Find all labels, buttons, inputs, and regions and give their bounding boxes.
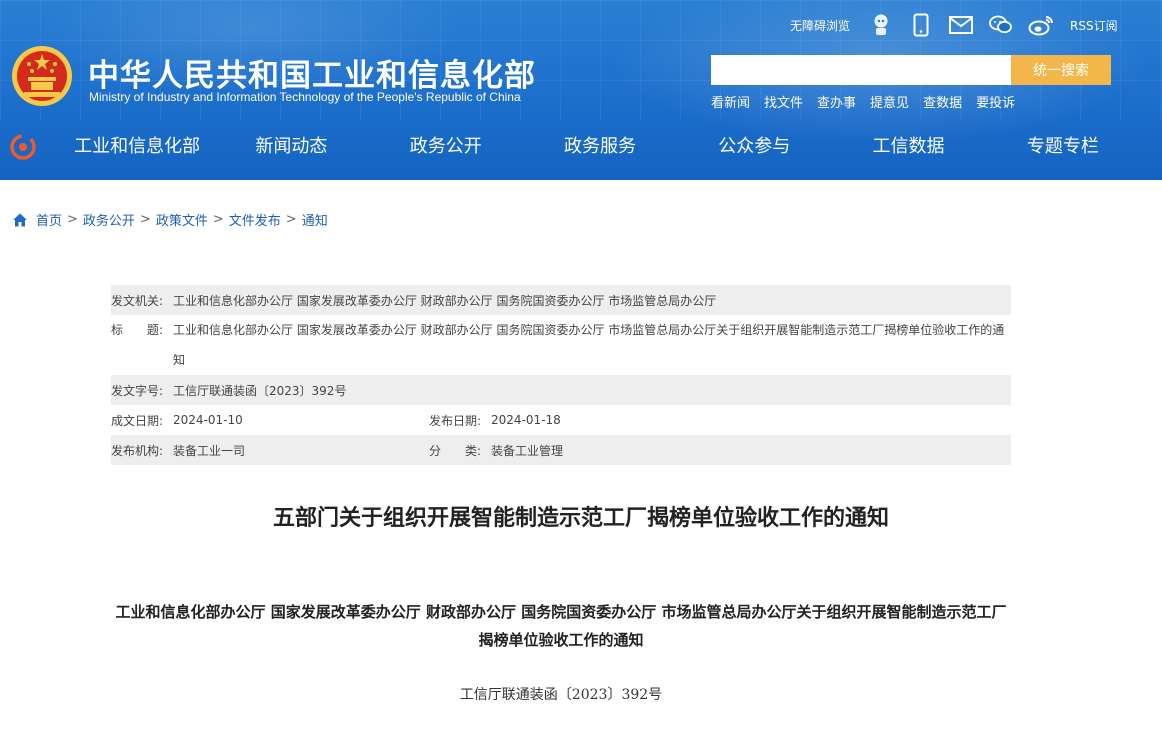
created-date-label: 成文日期: xyxy=(111,413,164,428)
site-title[interactable]: 中华人民共和国工业和信息化部 xyxy=(88,50,536,95)
info-row-agency: 发布机构: 装备工业一司 分 类: 装备工业管理 xyxy=(111,435,1011,465)
issuer-label: 发文机关: xyxy=(111,293,164,308)
search-bar: 统一搜索 xyxy=(711,55,1111,85)
title-label: 标 题: xyxy=(111,323,164,337)
quick-link-complaints[interactable]: 要投诉 xyxy=(976,92,1015,111)
published-date-label: 发布日期: xyxy=(429,413,482,428)
agency-label: 发布机构: xyxy=(111,443,164,458)
nav-item-data[interactable]: 工信数据 xyxy=(831,122,985,172)
search-input[interactable] xyxy=(711,55,1011,85)
nav-item-special-topics[interactable]: 专题专栏 xyxy=(986,122,1140,172)
article-title: 五部门关于组织开展智能制造示范工厂揭榜单位验收工作的通知 xyxy=(272,506,889,531)
breadcrumb: 首页 > 政务公开 > 政策文件 > 文件发布 > 通知 xyxy=(12,210,328,229)
mail-icon[interactable] xyxy=(948,12,974,38)
quick-link-news[interactable]: 看新闻 xyxy=(711,92,750,111)
breadcrumb-file-release[interactable]: 文件发布 xyxy=(229,210,281,229)
info-row-title: 标 题: 工业和信息化部办公厅 国家发展改革委办公厅 财政部办公厅 国务院国资委… xyxy=(111,315,1011,375)
breadcrumb-government-affairs[interactable]: 政务公开 xyxy=(83,210,135,229)
document-number: 工信厅联通装函〔2023〕392号 xyxy=(459,687,663,703)
nav-item-government-affairs[interactable]: 政务公开 xyxy=(369,122,523,172)
nav-items: 工业和信息化部 新闻动态 政务公开 政务服务 公众参与 工信数据 专题专栏 xyxy=(60,122,1140,172)
category-label: 分 类: xyxy=(429,443,482,458)
info-row-issuer: 发文机关: 工业和信息化部办公厅 国家发展改革委办公厅 财政部办公厅 国务院国资… xyxy=(111,285,1011,315)
rss-subscribe-link[interactable]: RSS订阅 xyxy=(1070,17,1118,34)
quick-link-feedback[interactable]: 提意见 xyxy=(870,92,909,111)
miit-logo-icon[interactable] xyxy=(10,134,36,160)
breadcrumb-separator: > xyxy=(67,212,78,227)
published-date-value: 2024-01-18 xyxy=(491,413,561,427)
quick-link-files[interactable]: 找文件 xyxy=(764,92,803,111)
breadcrumb-separator: > xyxy=(285,212,297,227)
issuer-value: 工业和信息化部办公厅 国家发展改革委办公厅 财政部办公厅 国务院国资委办公厅 市… xyxy=(173,293,717,308)
breadcrumb-home[interactable]: 首页 xyxy=(36,210,62,229)
nav-item-services[interactable]: 政务服务 xyxy=(523,122,677,172)
category-value: 装备工业管理 xyxy=(491,443,564,458)
notice-heading: 工业和信息化部办公厅 国家发展改革委办公厅 财政部办公厅 国务院国资委办公厅 市… xyxy=(115,603,1007,649)
site-subtitle: Ministry of Industry and Information Tec… xyxy=(89,90,521,104)
quick-link-data[interactable]: 查数据 xyxy=(923,92,962,111)
nav-item-news[interactable]: 新闻动态 xyxy=(214,122,368,172)
weibo-icon[interactable] xyxy=(1028,12,1054,38)
robot-icon[interactable] xyxy=(868,12,894,38)
info-row-doc-number: 发文字号: 工信厅联通装函〔2023〕392号 xyxy=(111,375,1011,405)
breadcrumb-notices[interactable]: 通知 xyxy=(302,210,328,229)
title-value: 工业和信息化部办公厅 国家发展改革委办公厅 财政部办公厅 国务院国资委办公厅 市… xyxy=(173,323,1005,367)
breadcrumb-policy-files[interactable]: 政策文件 xyxy=(156,210,208,229)
nav-item-public-participation[interactable]: 公众参与 xyxy=(677,122,831,172)
site-header: 中华人民共和国工业和信息化部 Ministry of Industry and … xyxy=(0,0,1162,180)
created-date-value: 2024-01-10 xyxy=(173,413,243,427)
home-icon xyxy=(13,213,27,226)
wechat-icon[interactable] xyxy=(988,12,1014,38)
mobile-icon[interactable] xyxy=(908,12,934,38)
agency-value: 装备工业一司 xyxy=(173,443,246,458)
main-nav: 工业和信息化部 新闻动态 政务公开 政务服务 公众参与 工信数据 专题专栏 xyxy=(0,122,1162,172)
breadcrumb-separator: > xyxy=(212,212,224,227)
header-toolbar: 无障碍浏览 RSS订阅 xyxy=(790,10,1118,40)
info-row-dates: 成文日期: 2024-01-10 发布日期: 2024-01-18 xyxy=(111,405,1011,435)
doc-number-label: 发文字号: xyxy=(111,383,164,398)
quick-link-services[interactable]: 查办事 xyxy=(817,92,856,111)
breadcrumb-separator: > xyxy=(139,212,151,227)
document-info-table: 发文机关: 工业和信息化部办公厅 国家发展改革委办公厅 财政部办公厅 国务院国资… xyxy=(111,285,1011,465)
nav-item-ministry[interactable]: 工业和信息化部 xyxy=(60,122,214,172)
unified-search-button[interactable]: 统一搜索 xyxy=(1011,55,1111,85)
accessibility-link[interactable]: 无障碍浏览 xyxy=(790,17,850,34)
doc-number-value: 工信厅联通装函〔2023〕392号 xyxy=(173,383,347,398)
national-emblem-logo[interactable] xyxy=(10,44,74,108)
quick-links: 看新闻 找文件 查办事 提意见 查数据 要投诉 xyxy=(711,92,1029,111)
